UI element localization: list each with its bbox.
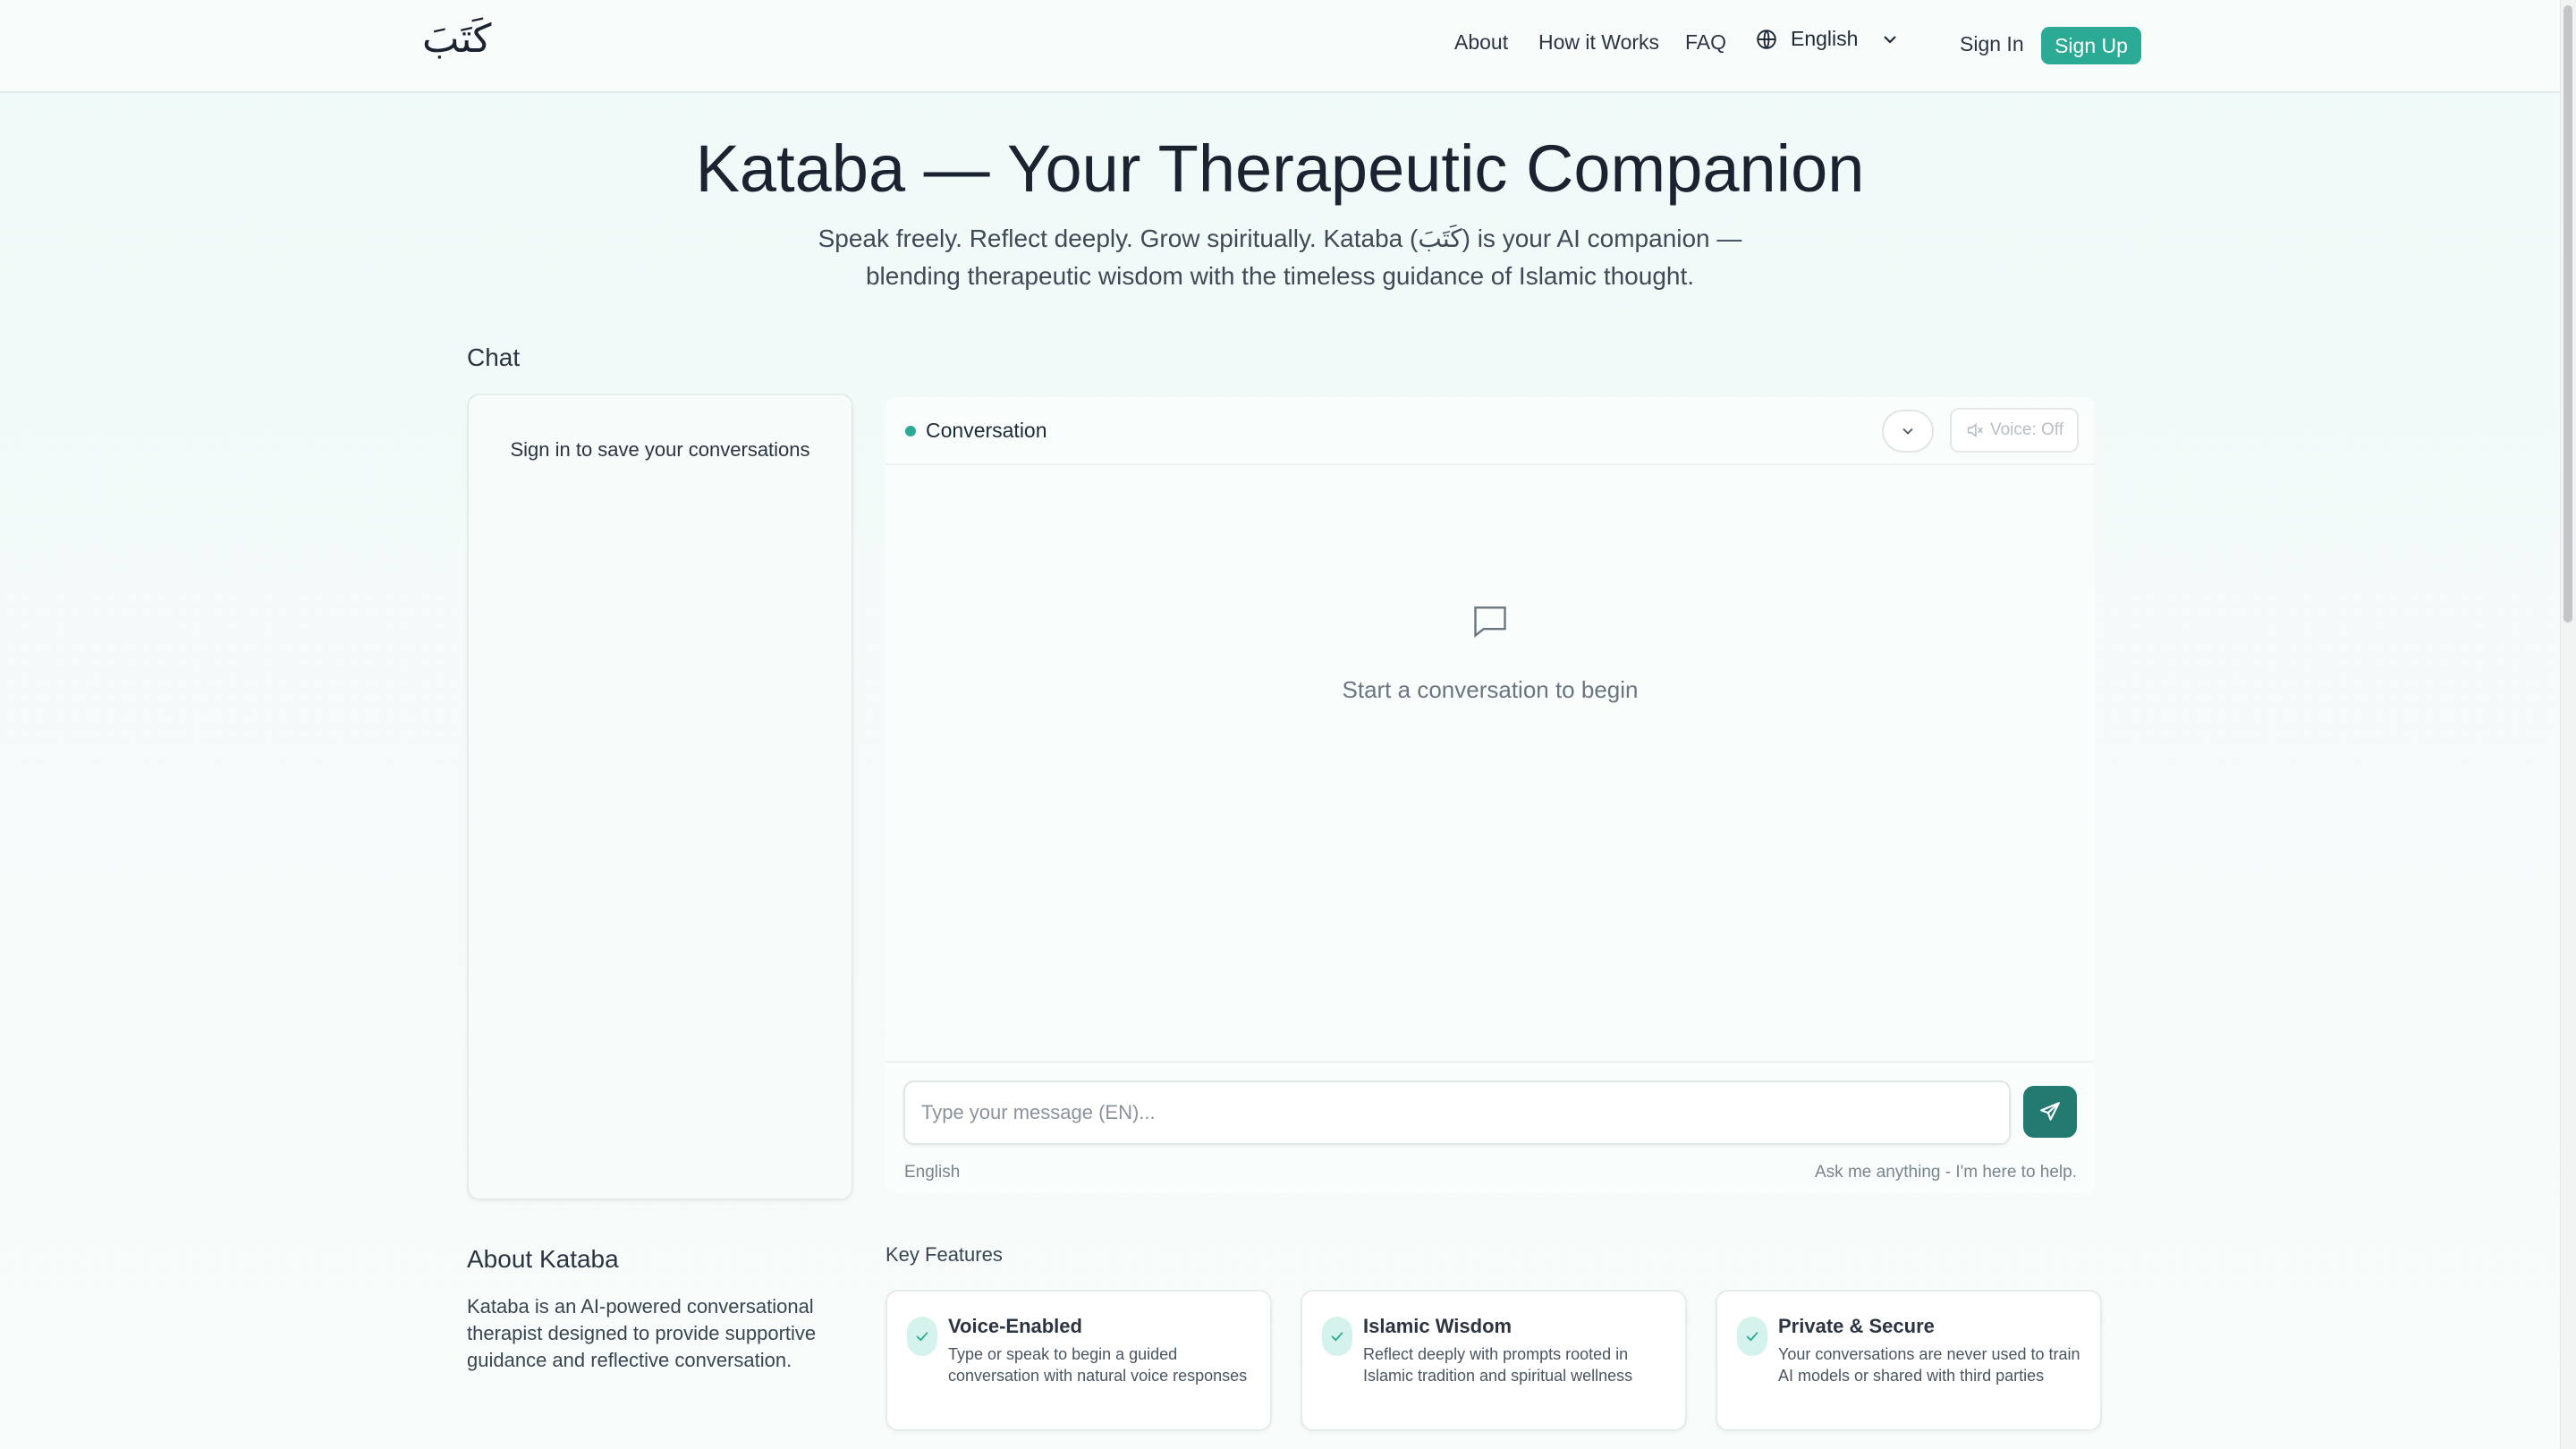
chat-bubble-icon	[1474, 606, 1506, 638]
conversation-title: Conversation	[926, 419, 1047, 442]
check-icon	[916, 1332, 928, 1342]
globe-icon	[1757, 29, 1776, 49]
input-hint: Ask me anything - I'm here to help.	[1815, 1163, 2077, 1182]
chat-input-area: English Ask me anything - I'm here to he…	[886, 1061, 2095, 1195]
feature-title: Islamic Wisdom	[1363, 1315, 1513, 1337]
collapse-button[interactable]	[1882, 410, 1934, 453]
speaker-muted-icon	[1967, 422, 1983, 438]
nav-link-how-it-works[interactable]: How it Works	[1538, 30, 1659, 55]
about-heading: About Kataba	[467, 1245, 619, 1273]
feature-description: Type or speak to begin a guided conversa…	[948, 1345, 1248, 1385]
check-icon	[1331, 1332, 1343, 1342]
status-dot	[905, 426, 916, 436]
feature-title: Private & Secure	[1778, 1315, 1935, 1337]
scrollbar-thumb[interactable]	[2563, 5, 2572, 623]
sidebar-signin-prompt: Sign in to save your conversations	[510, 438, 810, 461]
about-description: Kataba is an AI-powered conversational t…	[467, 1295, 817, 1371]
check-badge	[907, 1317, 937, 1356]
logo[interactable]: كَتَبَ	[422, 16, 491, 62]
feature-description: Reflect deeply with prompts rooted in Is…	[1363, 1345, 1633, 1385]
hero-subtitle-line-2: blending therapeutic wisdom with the tim…	[865, 262, 1695, 290]
nav-link-about[interactable]: About	[1454, 30, 1508, 55]
send-icon	[2040, 1102, 2060, 1121]
top-navbar: كَتَبَ About How it Works FAQ English Si…	[0, 0, 2560, 93]
send-button[interactable]	[2023, 1086, 2077, 1138]
chat-header: Conversation Voice: Off	[886, 397, 2095, 465]
check-badge	[1322, 1317, 1352, 1356]
input-language-label: English	[904, 1163, 961, 1182]
key-features-heading: Key Features	[886, 1243, 1003, 1266]
chevron-down-icon	[1902, 428, 1913, 435]
feature-title: Voice-Enabled	[948, 1315, 1082, 1337]
hero-subtitle: Speak freely. Reflect deeply. Grow spiri…	[0, 220, 2560, 295]
language-label: English	[1791, 27, 1859, 50]
feature-card-islamic-wisdom: Islamic Wisdom Reflect deeply with promp…	[1301, 1290, 1687, 1431]
hero-subtitle-line-1: Speak freely. Reflect deeply. Grow spiri…	[818, 225, 1742, 252]
chat-panel: Conversation Voice: Off Start a conversa…	[886, 397, 2095, 1193]
nav-link-faq[interactable]: FAQ	[1685, 30, 1726, 55]
voice-toggle-label: Voice: Off	[1989, 420, 2064, 439]
page-title: Kataba — Your Therapeutic Companion	[695, 131, 1865, 206]
voice-toggle-button[interactable]: Voice: Off	[1950, 408, 2079, 453]
message-input[interactable]	[903, 1080, 2011, 1145]
feature-card-private-secure: Private & Secure Your conversations are …	[1716, 1290, 2102, 1431]
empty-state-text: Start a conversation to begin	[1342, 676, 1639, 703]
feature-description: Your conversations are never used to tra…	[1778, 1345, 2080, 1385]
language-selector[interactable]: English	[1755, 27, 1901, 51]
check-icon	[1746, 1332, 1758, 1342]
sign-in-link[interactable]: Sign In	[1960, 32, 2024, 56]
check-badge	[1737, 1317, 1767, 1356]
feature-card-voice: Voice-Enabled Type or speak to begin a g…	[886, 1290, 1272, 1431]
chevron-down-icon	[1884, 35, 1897, 44]
conversation-sidebar: Sign in to save your conversations	[467, 394, 853, 1200]
chat-heading: Chat	[467, 343, 521, 371]
sign-up-button[interactable]: Sign Up	[2041, 27, 2141, 64]
